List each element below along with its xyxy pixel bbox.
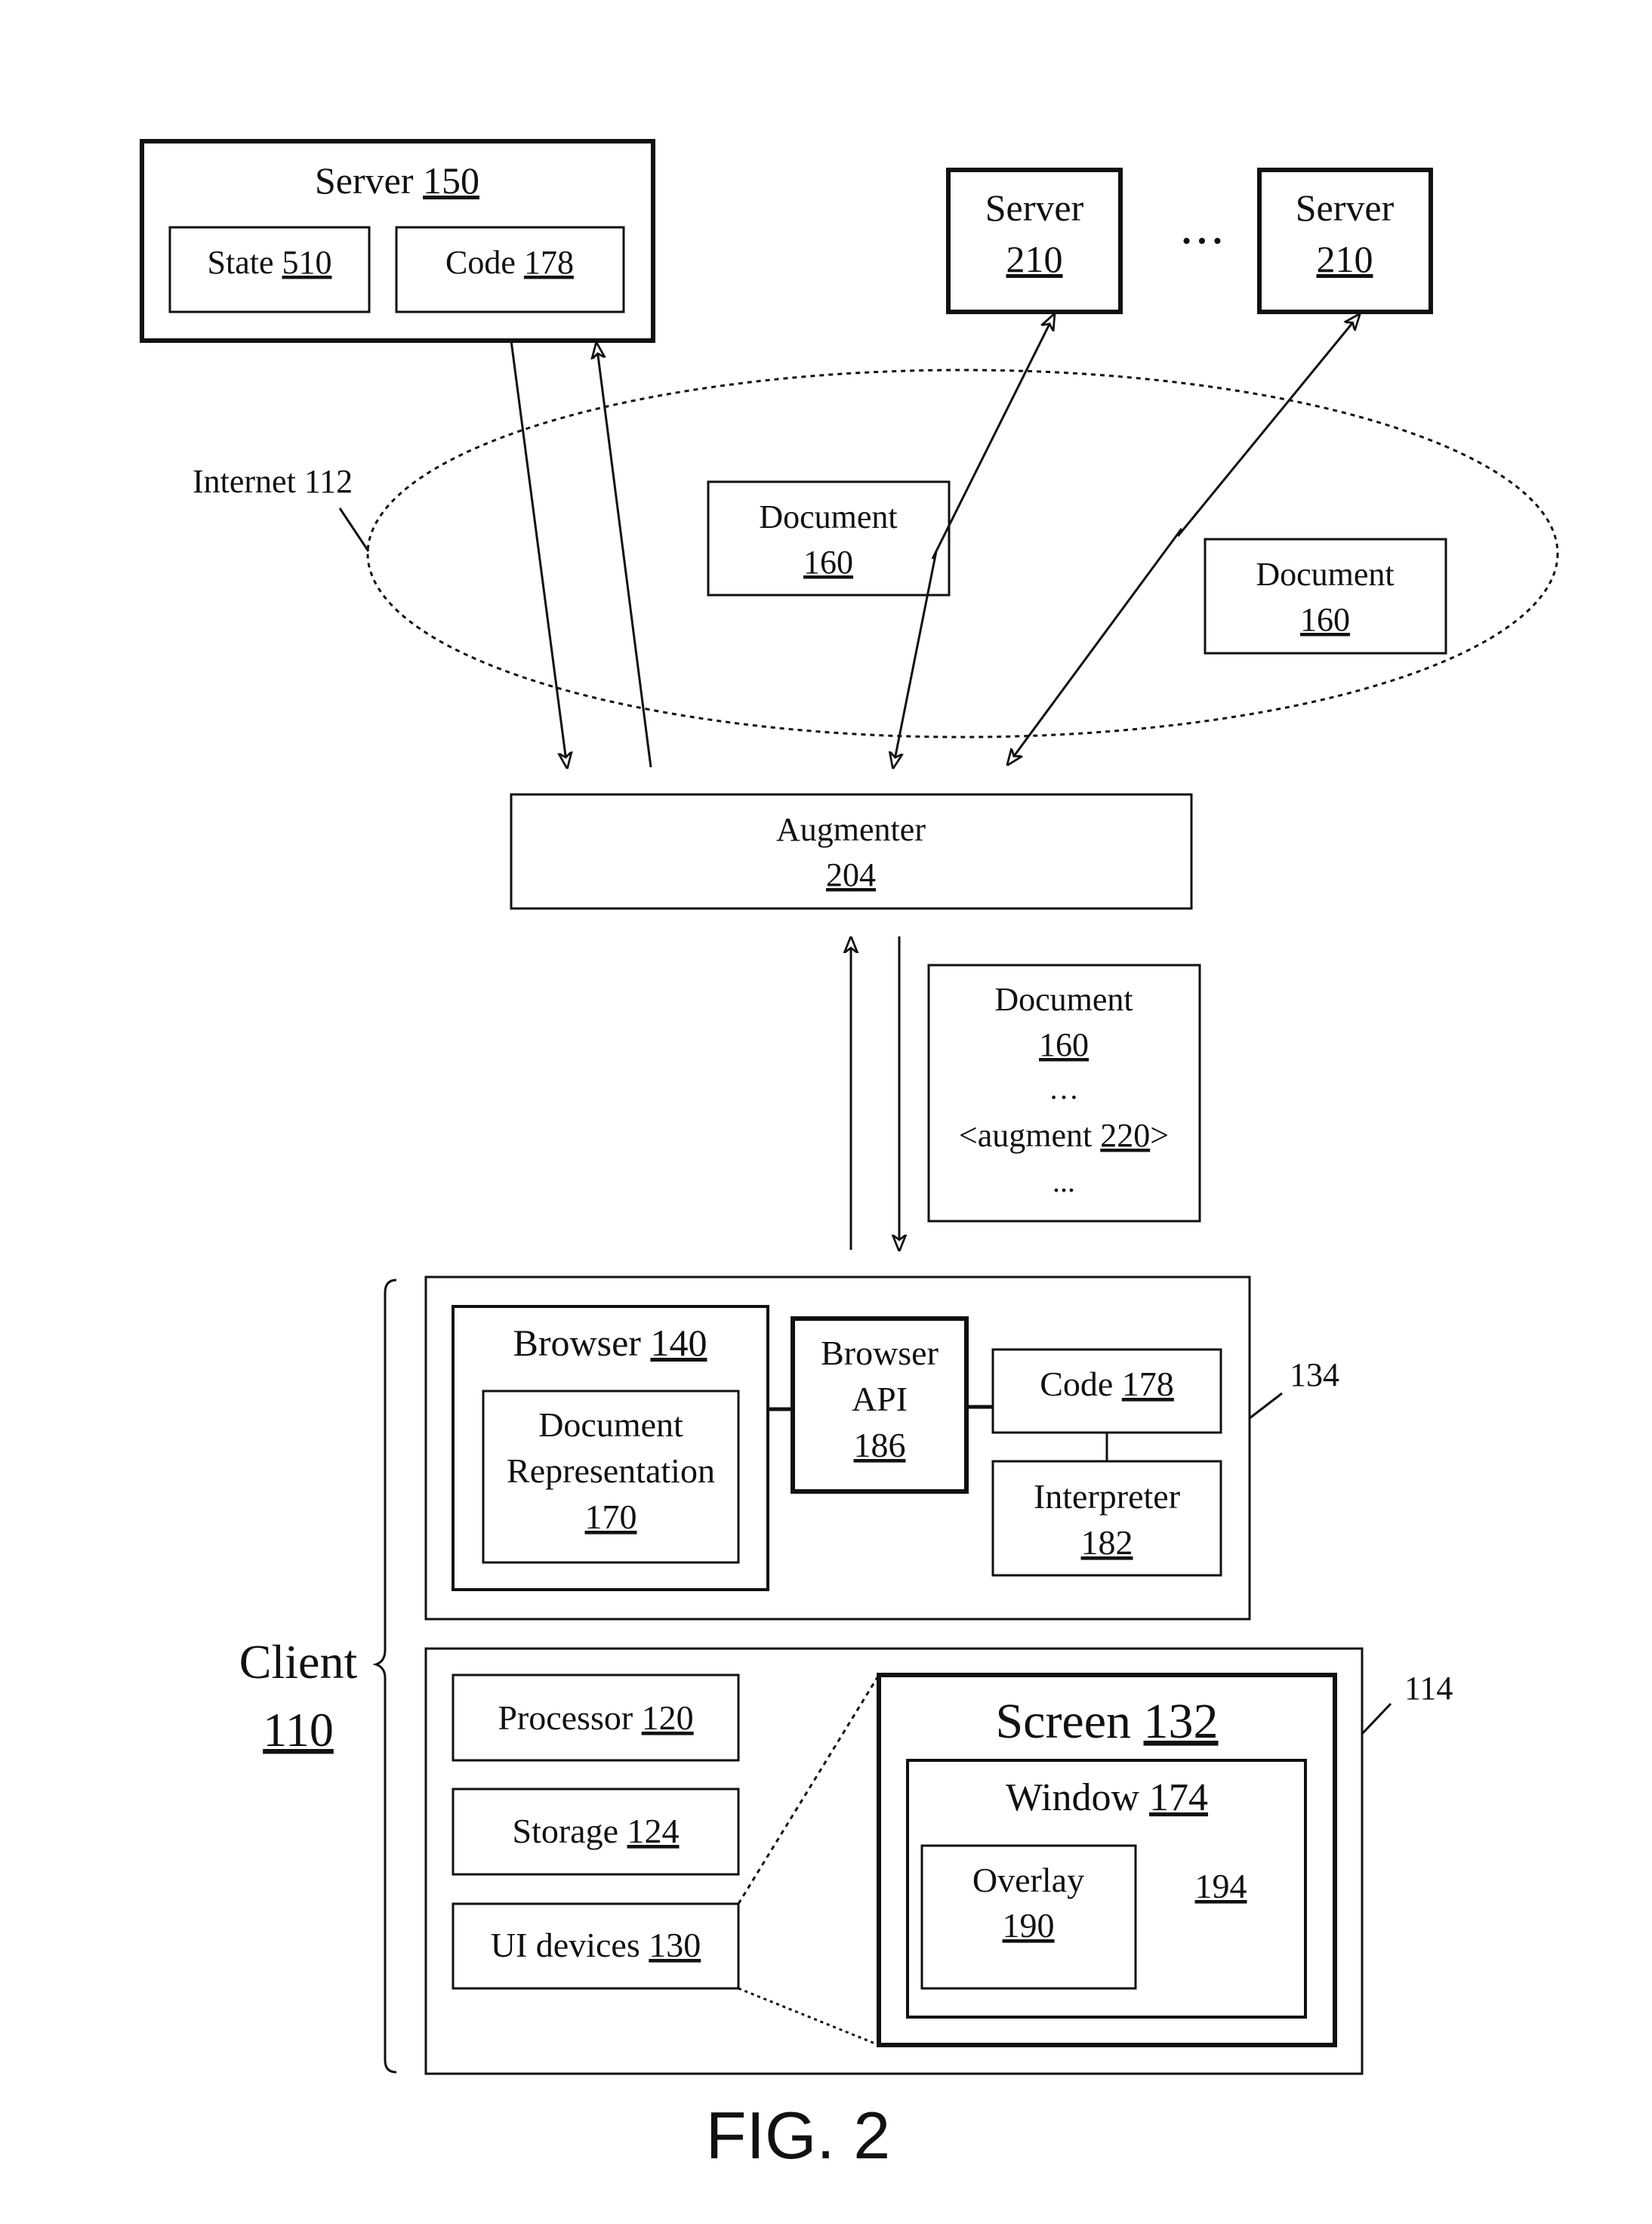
browser-140: Browser 140 Document Representation 170 [452, 1305, 769, 1591]
software-block-leader [1249, 1392, 1283, 1420]
svg-text:Server 150: Server 150 [315, 159, 479, 202]
client-title: Client [239, 1635, 358, 1689]
browser-ref: 140 [650, 1322, 707, 1364]
overlay-title: Overlay [972, 1861, 1084, 1899]
server-210-b-ref: 210 [1317, 238, 1373, 280]
ui-devices-title: UI devices [491, 1926, 649, 1964]
api-ref: 186 [854, 1426, 906, 1464]
svg-text:Browser 140: Browser 140 [513, 1322, 707, 1364]
processor-120: Processor 120 [452, 1673, 740, 1762]
doc-rep-line2: Representation [507, 1451, 715, 1490]
augmenter-ref: 204 [826, 856, 876, 893]
screen-ref: 132 [1144, 1694, 1219, 1749]
interpreter-title: Interpreter [1034, 1477, 1180, 1516]
svg-text:<augment 220>: <augment 220> [959, 1117, 1169, 1154]
client-code-title: Code [1040, 1365, 1122, 1403]
arrow-augmenter-server210b-down [1008, 528, 1183, 764]
aug-doc-ellipsis-bottom: ... [1053, 1164, 1075, 1198]
aug-doc-ref: 160 [1039, 1026, 1089, 1063]
storage-124: Storage 124 [452, 1788, 740, 1876]
augment-prefix: <augment [959, 1117, 1100, 1154]
svg-text:State 510: State 510 [208, 244, 332, 281]
browser-api-186: Browser API 186 [791, 1316, 969, 1494]
svg-text:Storage 124: Storage 124 [512, 1812, 679, 1850]
interpreter-182: Interpreter 182 [991, 1460, 1222, 1577]
document-a-title: Document [759, 498, 897, 535]
document-160-a: Document 160 [707, 480, 951, 597]
ui-devices-130: UI devices 130 [452, 1902, 740, 1990]
server-150-title: Server [315, 159, 423, 202]
doc-rep-ref: 170 [585, 1498, 637, 1536]
interpreter-ref: 182 [1081, 1523, 1133, 1562]
svg-text:Window 174: Window 174 [1006, 1776, 1208, 1819]
software-block-ref: 134 [1290, 1356, 1339, 1393]
svg-text:Screen 132: Screen 132 [995, 1694, 1218, 1749]
server-210-a-ref: 210 [1006, 238, 1063, 280]
client-ref: 110 [263, 1703, 334, 1757]
software-block-134: 134 Browser 140 Document Representation … [424, 1275, 1339, 1621]
hardware-block-ref: 114 [1404, 1670, 1453, 1707]
arrow-server150-to-augmenter [510, 340, 567, 767]
server-150: Server 150 State 510 Code 178 [140, 139, 655, 343]
code-ref: 178 [524, 244, 574, 281]
window-ref: 174 [1149, 1776, 1208, 1819]
screen-132: Screen 132 Window 174 Overlay 190 194 [877, 1673, 1337, 2047]
doc-rep-line1: Document [538, 1405, 683, 1444]
augment-suffix: > [1150, 1117, 1169, 1154]
aug-doc-ellipsis-top: … [1049, 1072, 1079, 1106]
server-150-ref: 150 [423, 159, 479, 202]
code-title: Code [445, 244, 524, 281]
server-210-b-title: Server [1296, 187, 1395, 229]
svg-text:Code 178: Code 178 [445, 244, 574, 281]
figure-caption: FIG. 2 [706, 2098, 891, 2173]
hardware-block-leader [1361, 1702, 1392, 1735]
aug-doc-title: Document [994, 981, 1133, 1018]
region-194-ref: 194 [1195, 1867, 1247, 1905]
internet-leader-line [338, 507, 370, 552]
document-a-ref: 160 [803, 544, 853, 581]
storage-title: Storage [512, 1812, 627, 1850]
state-ref: 510 [282, 244, 331, 281]
screen-title: Screen [995, 1694, 1143, 1749]
ui-devices-ref: 130 [649, 1926, 701, 1964]
state-510: State 510 [168, 226, 371, 313]
document-b-title: Document [1256, 556, 1394, 593]
svg-text:UI devices 130: UI devices 130 [491, 1926, 701, 1964]
overlay-190: Overlay 190 [920, 1844, 1137, 1990]
fig2-diagram: Server 150 State 510 Code 178 Server 210… [140, 139, 1559, 2173]
state-title: State [208, 244, 282, 281]
server-210-b: Server 210 [1257, 168, 1433, 314]
processor-ref: 120 [642, 1698, 694, 1737]
storage-ref: 124 [627, 1812, 680, 1850]
arrow-augmenter-server210a-up [931, 315, 1054, 560]
window-title: Window [1006, 1776, 1149, 1819]
augmented-document-160: Document 160 … <augment 220> ... [927, 964, 1201, 1223]
hardware-block-114: 114 Processor 120 Storage 124 UI devices… [424, 1647, 1453, 2075]
arrow-augmenter-server210b-up [1176, 315, 1359, 537]
servers-ellipsis: • • • [1182, 227, 1222, 255]
internet-label: Internet 112 [193, 463, 353, 500]
processor-title: Processor [498, 1698, 641, 1737]
api-line2: API [852, 1380, 908, 1418]
augmenter-title: Augmenter [776, 811, 926, 848]
overlay-ref: 190 [1003, 1906, 1055, 1945]
augment-ref: 220 [1100, 1117, 1150, 1154]
code-178-server: Code 178 [395, 226, 625, 313]
document-representation-170: Document Representation 170 [482, 1390, 740, 1564]
api-line1: Browser [821, 1334, 938, 1372]
browser-title: Browser [513, 1322, 651, 1364]
augmenter-204: Augmenter 204 [510, 793, 1193, 910]
client-code-ref: 178 [1122, 1365, 1174, 1403]
document-160-b: Document 160 [1204, 538, 1447, 655]
arrow-augmenter-to-server150 [596, 344, 652, 768]
svg-text:Code 178: Code 178 [1040, 1365, 1174, 1403]
window-174: Window 174 Overlay 190 194 [906, 1759, 1307, 2019]
server-210-a: Server 210 [946, 168, 1123, 314]
svg-text:Processor 120: Processor 120 [498, 1698, 693, 1737]
client-brace [372, 1279, 397, 2074]
server-210-a-title: Server [985, 187, 1084, 229]
code-178-client: Code 178 [991, 1348, 1222, 1434]
document-b-ref: 160 [1300, 601, 1350, 638]
